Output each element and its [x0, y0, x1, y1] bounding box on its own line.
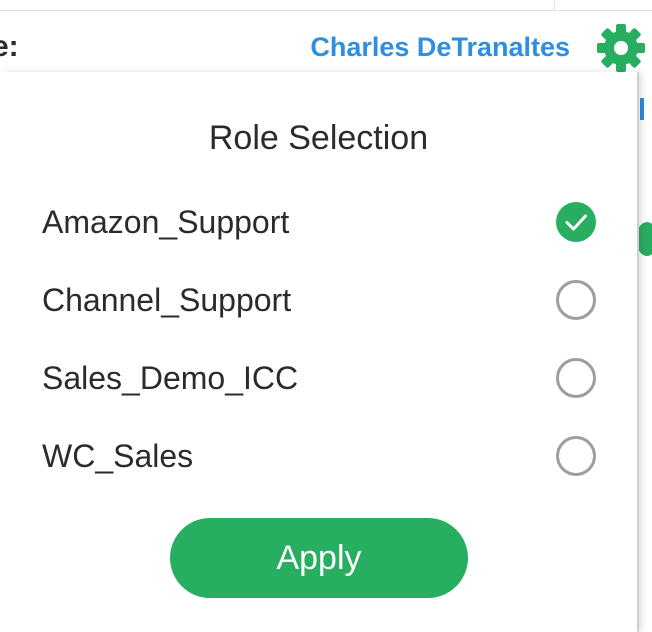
top-divider	[554, 0, 555, 10]
gear-icon[interactable]	[594, 21, 648, 75]
radio-unchecked-icon[interactable]	[556, 280, 596, 320]
radio-unchecked-icon[interactable]	[556, 436, 596, 476]
role-option-amazon-support[interactable]: Amazon_Support	[0, 192, 637, 252]
apply-button[interactable]: Apply	[170, 518, 468, 598]
checkmark-icon	[565, 214, 587, 231]
panel-title: Role Selection	[208, 119, 429, 157]
background-link-fragment	[640, 98, 644, 120]
role-option-wc-sales[interactable]: WC_Sales	[0, 426, 637, 486]
gear-icon-graphic	[597, 24, 645, 72]
role-label: Sales_Demo_ICC	[42, 360, 299, 396]
role-option-sales-demo-icc[interactable]: Sales_Demo_ICC	[0, 348, 637, 408]
header-label-fragment: e:	[0, 30, 19, 63]
role-label: Channel_Support	[42, 282, 292, 318]
radio-checked-icon[interactable]	[556, 202, 596, 242]
role-label: WC_Sales	[42, 438, 194, 474]
role-selection-panel: Role Selection Amazon_Support Channel_Su…	[0, 72, 639, 632]
role-label: Amazon_Support	[42, 204, 290, 240]
top-border	[0, 0, 652, 11]
radio-unchecked-icon[interactable]	[556, 358, 596, 398]
role-option-channel-support[interactable]: Channel_Support	[0, 270, 637, 330]
user-name-link[interactable]: Charles DeTranaltes	[310, 28, 570, 66]
